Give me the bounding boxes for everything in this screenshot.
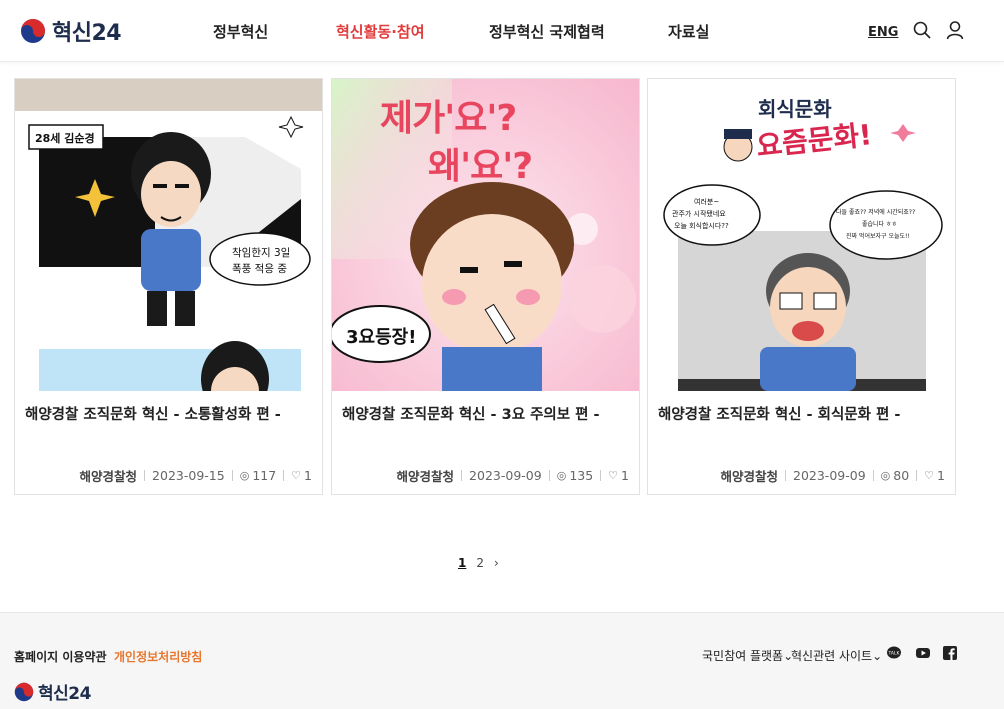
logo-text: 혁신24 [52,21,122,46]
footer-logo[interactable]: 혁신24 [14,679,91,704]
view-count-icon: ◎ [556,469,567,482]
related-sites-dropdown[interactable]: 혁신관련 사이트⌄ [791,647,882,664]
card-thumbnail[interactable]: 28세 김순경 착임한지 3일 폭풍 적응 중 [15,79,322,391]
divider [872,470,874,481]
card-likes: 1 [937,468,945,483]
divider [283,470,285,481]
card-meta: 해양경찰청 2023-09-09 ◎ 135 ♡ 1 [397,466,629,485]
post-card[interactable]: 제가'요'? 왜'요'? 3요등장! 해양경찰 조직문화 혁신 - 3요 주의보… [331,78,640,495]
facebook-icon[interactable] [942,645,958,661]
view-count-icon: ◎ [239,469,250,482]
card-date: 2023-09-09 [793,468,866,483]
card-title[interactable]: 해양경찰 조직문화 혁신 - 회식문화 편 - [658,403,900,424]
thumb-badge-text: 3요등장! [346,327,417,348]
thumb-bubble-line: 착임한지 3일 [232,247,291,259]
youtube-icon[interactable] [915,645,931,661]
card-agency: 해양경찰청 [79,469,138,484]
divider [461,470,463,481]
post-card[interactable]: 28세 김순경 착임한지 3일 폭풍 적응 중 해양경찰 조직문화 혁신 - 소… [14,78,323,495]
cartoon-thumbnail-1 [15,79,322,391]
card-views: 80 [893,468,910,483]
site-logo[interactable]: 혁신24 [20,15,122,47]
divider [548,470,550,481]
card-thumbnail[interactable]: 제가'요'? 왜'요'? 3요등장! [332,79,639,391]
divider [231,470,233,481]
card-likes: 1 [304,468,312,483]
taegeuk-logo-icon [21,19,45,43]
card-title[interactable]: 해양경찰 조직문화 혁신 - 소통활성화 편 - [25,403,281,424]
thumb-bubble-line: 오늘 회식합시다?? [674,222,729,230]
thumb-bubble-line: 관주가 시작됐네요 [672,210,726,218]
thumb-bubble-line: 여러분~ [694,198,720,206]
terms-link[interactable]: 홈페이지 이용약관 [14,648,107,665]
svg-text:TALK: TALK [888,651,901,657]
thumb-bubble-line: 진짜 먹어보자구 오늘도!! [846,233,910,240]
card-agency: 해양경찰청 [396,469,455,484]
heart-icon: ♡ [608,469,619,482]
divider [916,470,918,481]
thumb-name-tag: 28세 김순경 [35,132,95,145]
citizen-platform-dropdown[interactable]: 국민참여 플랫폼⌄ [702,647,793,664]
card-date: 2023-09-15 [152,468,225,483]
site-footer: 홈페이지 이용약관 개인정보처리방침 혁신24 국민참여 플랫폼⌄ 혁신관련 사… [0,612,1004,709]
card-likes: 1 [621,468,629,483]
divider [600,470,602,481]
pagination: 1 2 › [458,556,499,570]
card-title[interactable]: 해양경찰 조직문화 혁신 - 3요 주의보 편 - [342,403,600,424]
user-icon[interactable] [945,20,965,40]
logo-text: 혁신24 [38,684,91,704]
thumb-bubble-line: 좋습니다 ㅎㅎ [862,221,898,228]
card-views: 117 [252,468,277,483]
heart-icon: ♡ [924,469,935,482]
page-link-2[interactable]: 2 [476,556,484,570]
card-views: 135 [569,468,594,483]
nav-government-innovation[interactable]: 정부혁신 [213,21,268,42]
next-page-arrow-icon[interactable]: › [494,556,499,570]
language-eng-link[interactable]: ENG [868,25,898,40]
page-link-1[interactable]: 1 [458,556,466,570]
divider [144,470,146,481]
card-date: 2023-09-09 [469,468,542,483]
nav-international-cooperation[interactable]: 정부혁신 국제협력 [489,21,605,42]
taegeuk-logo-icon [14,682,34,701]
privacy-policy-link[interactable]: 개인정보처리방침 [114,648,202,665]
kakao-talk-icon[interactable]: TALK [886,645,902,661]
thumb-headline: 왜'요'? [428,146,533,187]
thumb-bubble-line: 폭풍 적응 중 [232,263,287,275]
view-count-icon: ◎ [880,469,891,482]
nav-resources[interactable]: 자료실 [668,21,709,42]
post-card[interactable]: 회식문화 요즘문화! 여러분~ 관주가 시작됐네요 오늘 회식합시다?? 다들 … [647,78,956,495]
site-header: 혁신24 정부혁신 혁신활동·참여 정부혁신 국제협력 자료실 ENG [0,0,1004,62]
card-agency: 해양경찰청 [720,469,778,484]
thumb-headline: 제가'요'? [380,98,517,139]
search-icon[interactable] [912,20,932,40]
thumb-bubble-line: 다들 좋죠?? 저녁에 시간되죠?? [836,209,916,216]
card-meta: 해양경찰청 2023-09-09 ◎ 80 ♡ 1 [720,466,945,485]
divider [785,470,786,481]
card-meta: 해양경찰청 2023-09-15 ◎ 117 ♡ 1 [80,466,312,485]
card-thumbnail[interactable]: 회식문화 요즘문화! 여러분~ 관주가 시작됐네요 오늘 회식합시다?? 다들 … [648,79,955,391]
heart-icon: ♡ [291,469,302,482]
nav-innovation-activity[interactable]: 혁신활동·참여 [336,21,425,42]
